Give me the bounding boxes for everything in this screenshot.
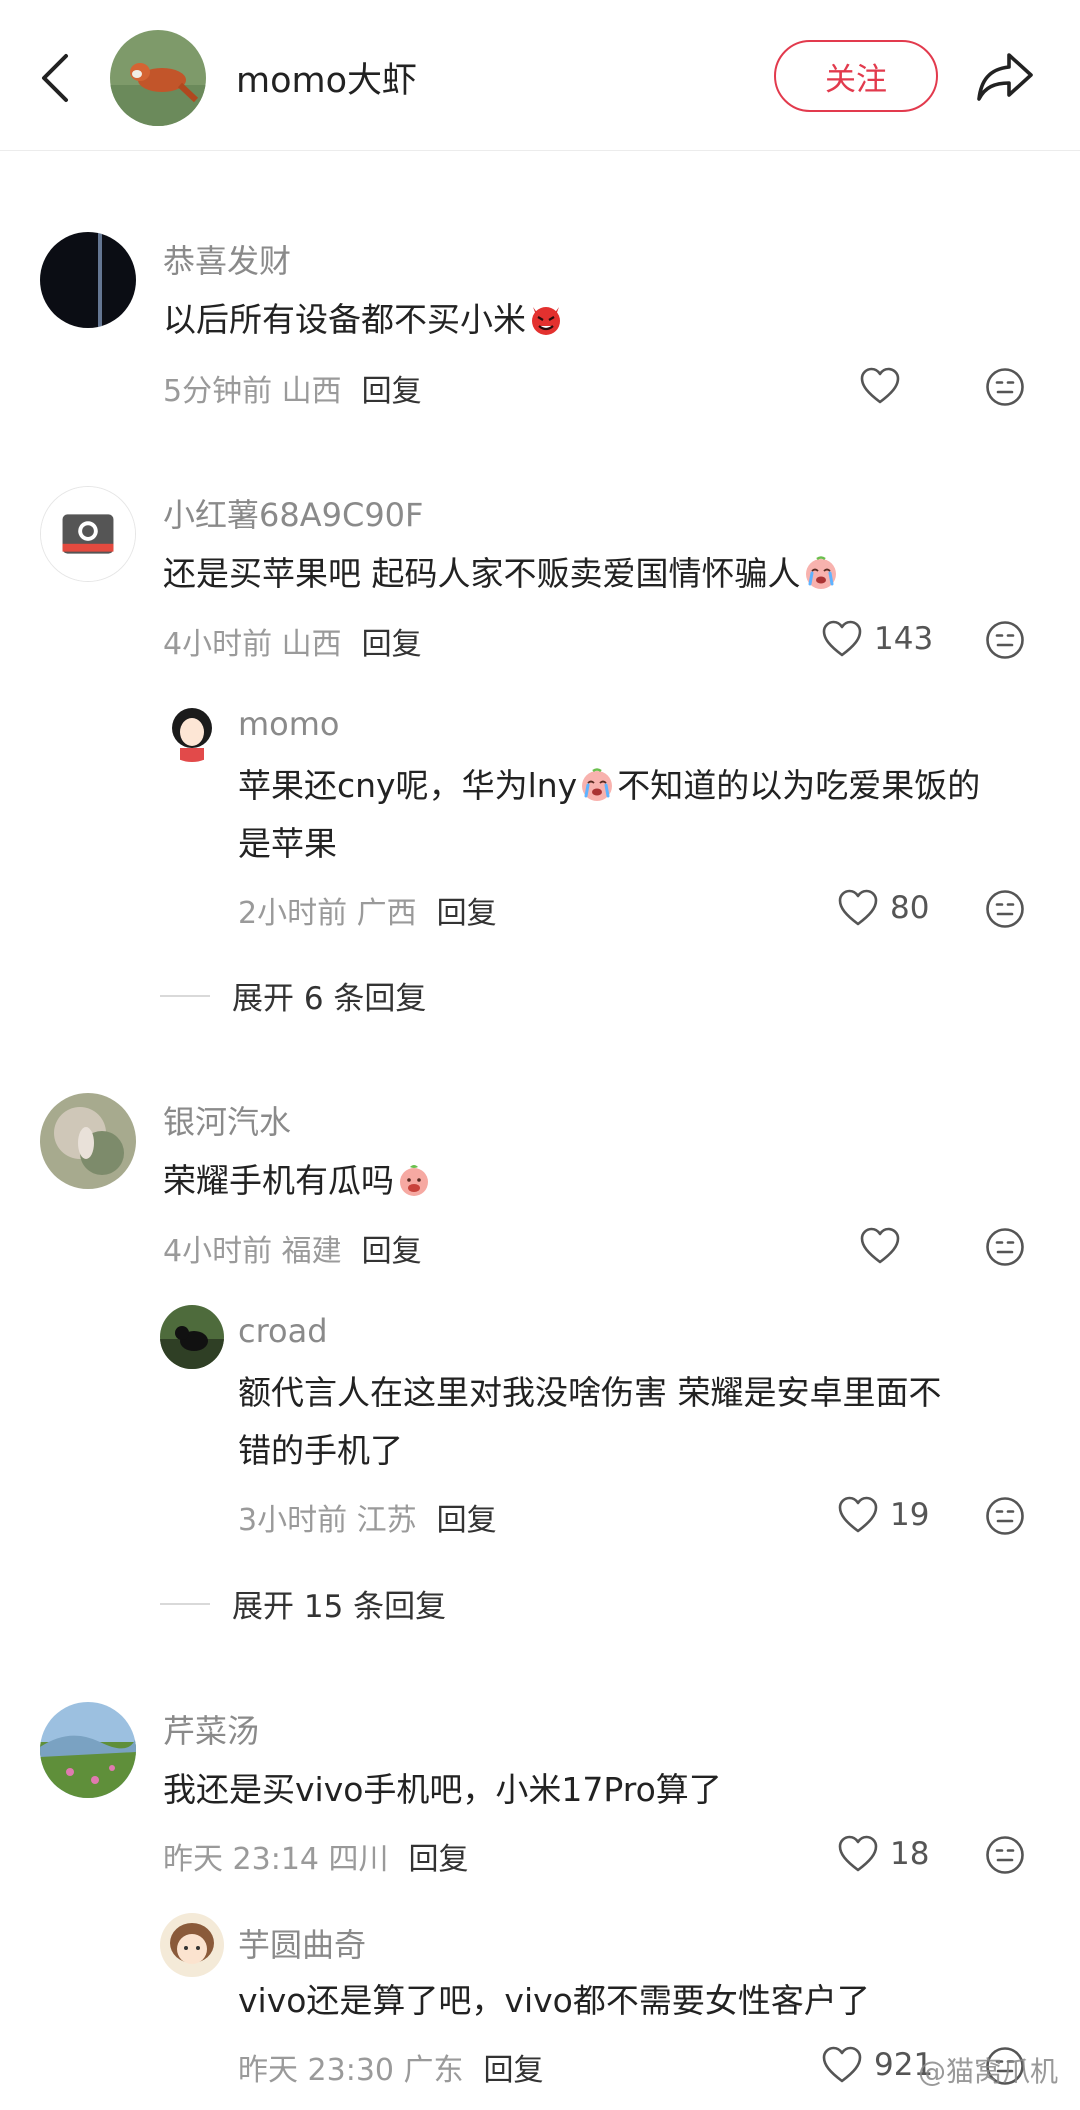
replier-name[interactable]: croad bbox=[238, 1312, 328, 1350]
like-button[interactable]: 18 bbox=[838, 1835, 929, 1873]
share-icon bbox=[977, 53, 1033, 101]
comment-time: 5分钟前 山西 bbox=[163, 374, 342, 409]
emoji-face-icon[interactable] bbox=[985, 620, 1025, 660]
commenter-avatar[interactable] bbox=[40, 1093, 136, 1189]
comment-meta: 5分钟前 山西 回复 bbox=[163, 366, 422, 410]
comment-meta: 4小时前 山西 回复 bbox=[163, 619, 422, 663]
reply-button[interactable]: 回复 bbox=[484, 2053, 544, 2088]
reply-button[interactable]: 回复 bbox=[362, 627, 422, 662]
like-button[interactable]: 80 bbox=[838, 889, 929, 927]
reply-time: 2小时前 广西 bbox=[238, 896, 417, 931]
like-count: 18 bbox=[890, 1836, 930, 1872]
peach-emoji bbox=[396, 1162, 432, 1198]
commenter-name[interactable]: 银河汽水 bbox=[163, 1097, 291, 1143]
like-button[interactable] bbox=[860, 1227, 900, 1265]
like-count: 143 bbox=[874, 621, 934, 657]
replier-name[interactable]: momo bbox=[238, 705, 340, 743]
replier-name[interactable]: 芋圆曲奇 bbox=[238, 1920, 366, 1966]
comment-text: 荣耀手机有瓜吗 bbox=[163, 1152, 434, 1210]
commenter-name[interactable]: 芹菜汤 bbox=[163, 1706, 259, 1752]
like-button[interactable] bbox=[860, 367, 900, 405]
comment-time: 4小时前 福建 bbox=[163, 1234, 342, 1269]
reply-text: vivo还是算了吧，vivo都不需要女性客户了 bbox=[238, 1981, 870, 2020]
comment-text: 我还是买vivo手机吧，小米17Pro算了 bbox=[163, 1770, 722, 1809]
heart-icon bbox=[838, 1835, 878, 1873]
emoji-face-icon[interactable] bbox=[985, 1227, 1025, 1267]
comment-meta: 4小时前 福建 回复 bbox=[163, 1226, 422, 1270]
commenter-name[interactable]: 恭喜发财 bbox=[163, 236, 291, 282]
expand-divider bbox=[160, 1602, 210, 1605]
emoji-face-icon[interactable] bbox=[985, 1496, 1025, 1536]
reply-meta: 昨天 23:30 广东 回复 bbox=[238, 2045, 544, 2089]
reply-time: 3小时前 江苏 bbox=[238, 1503, 417, 1538]
reply-meta: 2小时前 广西 回复 bbox=[238, 888, 497, 932]
commenter-avatar[interactable] bbox=[40, 1702, 136, 1798]
crying-emoji bbox=[803, 555, 839, 591]
reply-text-cont: 错的手机了 bbox=[238, 1431, 403, 1470]
heart-icon bbox=[860, 367, 900, 405]
commenter-avatar[interactable] bbox=[40, 232, 136, 328]
emoji-face-icon[interactable] bbox=[985, 1835, 1025, 1875]
replier-avatar[interactable] bbox=[160, 1305, 224, 1369]
devil-emoji bbox=[528, 301, 564, 337]
reply-text: 苹果还cny呢，华为lny 不知道的以为吃爱果饭的 bbox=[238, 766, 981, 805]
reply-button[interactable]: 回复 bbox=[437, 896, 497, 931]
expand-label: 展开 6 条回复 bbox=[232, 981, 427, 1017]
comment-meta: 昨天 23:14 四川 回复 bbox=[163, 1834, 469, 1878]
watermark: @猫窝爪机 bbox=[917, 2055, 1058, 2088]
emoji-face-icon[interactable] bbox=[985, 367, 1025, 407]
top-bar: momo大虾 关注 bbox=[0, 0, 1080, 151]
reply-time: 昨天 23:30 广东 bbox=[238, 2053, 464, 2088]
emoji-face-icon[interactable] bbox=[985, 889, 1025, 929]
like-count: 80 bbox=[890, 890, 930, 926]
reply-button[interactable]: 回复 bbox=[362, 1234, 422, 1269]
comment-text: 以后所有设备都不买小米 bbox=[163, 291, 566, 349]
commenter-avatar[interactable] bbox=[40, 486, 136, 582]
follow-button[interactable]: 关注 bbox=[774, 40, 938, 112]
like-button[interactable]: 143 bbox=[822, 620, 933, 658]
reply-meta: 3小时前 江苏 回复 bbox=[238, 1495, 497, 1539]
commenter-name[interactable]: 小红薯68A9C90F bbox=[163, 490, 423, 536]
reply-button[interactable]: 回复 bbox=[362, 374, 422, 409]
heart-icon bbox=[822, 2046, 862, 2084]
expand-divider bbox=[160, 994, 210, 997]
back-icon bbox=[42, 54, 68, 102]
author-name[interactable]: momo大虾 bbox=[236, 52, 417, 103]
expand-label: 展开 15 条回复 bbox=[232, 1589, 447, 1625]
share-button[interactable] bbox=[970, 45, 1040, 109]
heart-icon bbox=[822, 620, 862, 658]
heart-icon bbox=[838, 889, 878, 927]
expand-replies-button[interactable]: 展开 15 条回复 bbox=[160, 1581, 446, 1626]
comment-text: 还是买苹果吧 起码人家不贩卖爱国情怀骗人 bbox=[163, 545, 841, 603]
back-button[interactable] bbox=[30, 48, 80, 108]
author-avatar[interactable] bbox=[110, 30, 206, 126]
expand-replies-button[interactable]: 展开 6 条回复 bbox=[160, 973, 426, 1018]
crying-emoji bbox=[579, 767, 615, 803]
replier-avatar[interactable] bbox=[160, 1913, 224, 1977]
heart-icon bbox=[838, 1496, 878, 1534]
like-button[interactable]: 921 bbox=[822, 2046, 933, 2084]
comment-time: 昨天 23:14 四川 bbox=[163, 1842, 389, 1877]
like-button[interactable]: 19 bbox=[838, 1496, 929, 1534]
reply-button[interactable]: 回复 bbox=[437, 1503, 497, 1538]
comment-time: 4小时前 山西 bbox=[163, 627, 342, 662]
like-count: 19 bbox=[890, 1497, 930, 1533]
reply-button[interactable]: 回复 bbox=[409, 1842, 469, 1877]
reply-text: 额代言人在这里对我没啥伤害 荣耀是安卓里面不 bbox=[238, 1373, 942, 1412]
reply-text-cont: 是苹果 bbox=[238, 824, 337, 863]
replier-avatar[interactable] bbox=[160, 698, 224, 762]
heart-icon bbox=[860, 1227, 900, 1265]
